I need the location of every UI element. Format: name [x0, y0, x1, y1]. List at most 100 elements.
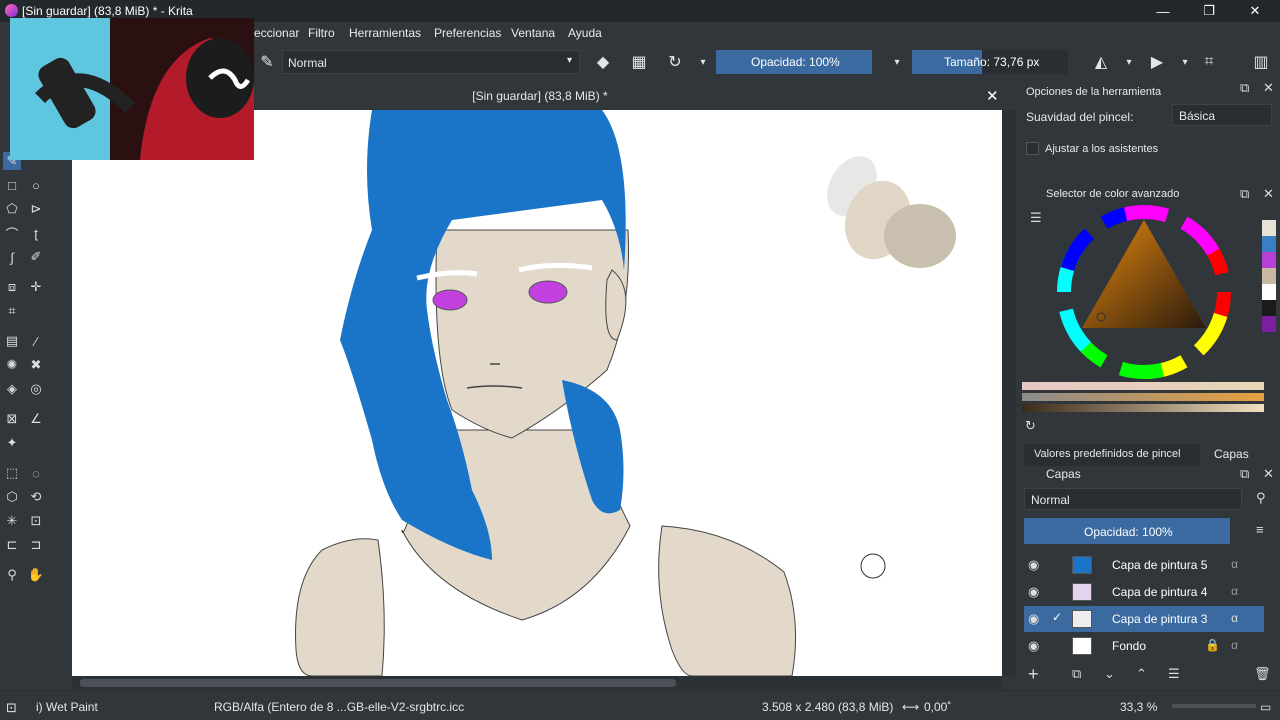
docker-layout-icon[interactable]: ▥: [1250, 51, 1272, 73]
smoothing-select[interactable]: Básica: [1172, 104, 1272, 126]
colorize-mask-icon[interactable]: ✖: [27, 356, 45, 374]
eraser-icon[interactable]: ◆: [592, 51, 614, 73]
move-up-icon[interactable]: ⌃: [1136, 666, 1147, 682]
color-slider[interactable]: [1022, 404, 1264, 412]
fit-icon[interactable]: ▭: [1260, 700, 1271, 714]
blend-mode-select[interactable]: Normal ▾: [282, 50, 580, 74]
reload-preset-icon[interactable]: ↻: [664, 51, 686, 73]
color-wheel[interactable]: [1054, 202, 1234, 382]
mirror-vertical-icon[interactable]: ▶: [1146, 51, 1168, 73]
eye-icon[interactable]: ◉: [1028, 557, 1039, 573]
close-docker-icon[interactable]: ✕: [1263, 466, 1274, 482]
scrollbar-thumb[interactable]: [80, 679, 676, 687]
eye-icon[interactable]: ◉: [1028, 611, 1039, 627]
enclose-fill-icon[interactable]: ◎: [27, 380, 45, 398]
magic-wand-icon[interactable]: ✳: [3, 512, 21, 530]
lock-icon[interactable]: 🔒: [1205, 638, 1220, 652]
float-docker-icon[interactable]: ⧉: [1240, 186, 1249, 202]
alpha-lock-icon[interactable]: α: [1231, 638, 1238, 652]
color-swatch[interactable]: [1262, 236, 1276, 252]
wrap-around-icon[interactable]: ⌗: [1198, 51, 1220, 73]
color-settings-icon[interactable]: ☰: [1030, 210, 1042, 226]
alpha-lock-icon[interactable]: α: [1231, 557, 1238, 571]
horizontal-scrollbar[interactable]: [72, 676, 1002, 690]
filter-icon[interactable]: ⚲: [1256, 490, 1266, 506]
color-slider[interactable]: [1022, 393, 1264, 401]
close-docker-icon[interactable]: ✕: [1263, 186, 1274, 202]
color-slider[interactable]: [1022, 382, 1264, 390]
pan-icon[interactable]: ✋: [27, 566, 45, 584]
layer-row[interactable]: ◉ Capa de pintura 5 α: [1024, 552, 1264, 578]
chevron-down-icon[interactable]: ▾: [1174, 51, 1196, 73]
chevron-down-icon[interactable]: ▾: [1118, 51, 1140, 73]
similar-select-icon[interactable]: ⊡: [27, 512, 45, 530]
bezier-icon[interactable]: ⌒: [3, 224, 21, 242]
menu-select[interactable]: eccionar: [254, 26, 299, 40]
assistant-icon[interactable]: ⊠: [3, 410, 21, 428]
brush-icon[interactable]: ⊡: [6, 700, 17, 716]
color-swatch[interactable]: [1262, 220, 1276, 236]
opacity-slider[interactable]: Opacidad: 100%: [716, 50, 872, 74]
close-document-button[interactable]: ✕: [986, 87, 999, 105]
alpha-lock-icon[interactable]: α: [1231, 611, 1238, 625]
tab-brush-presets[interactable]: Valores predefinidos de pincel: [1024, 444, 1200, 466]
polygon-select-icon[interactable]: ⬡: [3, 488, 21, 506]
refresh-icon[interactable]: ↻: [1025, 418, 1036, 434]
float-docker-icon[interactable]: ⧉: [1240, 466, 1249, 482]
transform-icon[interactable]: ⧈: [3, 278, 21, 296]
layer-row[interactable]: ◉ Capa de pintura 4 α: [1024, 579, 1264, 605]
layer-opacity-slider[interactable]: Opacidad: 100%: [1024, 518, 1230, 544]
color-swatch[interactable]: [1262, 300, 1276, 316]
color-swatch[interactable]: [1262, 252, 1276, 268]
smart-patch-icon[interactable]: ✺: [3, 356, 21, 374]
eye-icon[interactable]: ◉: [1028, 638, 1039, 654]
mirror-horizontal-icon[interactable]: ◭: [1090, 51, 1112, 73]
minimize-button[interactable]: —: [1140, 0, 1186, 22]
move-icon[interactable]: ✛: [27, 278, 45, 296]
polygon-icon[interactable]: ⬠: [3, 200, 21, 218]
rect-select-icon[interactable]: ⬚: [3, 464, 21, 482]
close-docker-icon[interactable]: ✕: [1263, 80, 1274, 96]
layer-row[interactable]: ◉ Fondo 🔒 α: [1024, 633, 1264, 659]
alpha-lock-icon[interactable]: ▦: [628, 51, 650, 73]
rectangle-icon[interactable]: □: [3, 176, 21, 194]
float-docker-icon[interactable]: ⧉: [1240, 80, 1249, 96]
eye-icon[interactable]: ◉: [1028, 584, 1039, 600]
delete-layer-icon[interactable]: 🗑: [1254, 666, 1271, 682]
tab-layers[interactable]: Capas: [1204, 444, 1254, 466]
vertical-scrollbar[interactable]: [1002, 110, 1016, 676]
layer-properties-icon[interactable]: ☰: [1168, 666, 1180, 682]
fill-icon[interactable]: ◈: [3, 380, 21, 398]
snap-checkbox[interactable]: [1026, 142, 1039, 155]
gradient-icon[interactable]: ▤: [3, 332, 21, 350]
magnetic-select-icon[interactable]: ⊐: [27, 536, 45, 554]
bezier-select-icon[interactable]: ⊏: [3, 536, 21, 554]
layer-blend-select[interactable]: Normal: [1024, 488, 1242, 510]
close-window-button[interactable]: ✕: [1232, 0, 1278, 22]
measure-icon[interactable]: ∠: [27, 410, 45, 428]
layer-menu-icon[interactable]: ≡: [1256, 522, 1264, 537]
multibrush-icon[interactable]: ✐: [27, 248, 45, 266]
menu-settings[interactable]: Preferencias: [434, 26, 501, 40]
menu-tools[interactable]: Herramientas: [349, 26, 421, 40]
zoom-slider[interactable]: [1172, 704, 1256, 708]
crop-icon[interactable]: ⌗: [3, 302, 21, 320]
menu-help[interactable]: Ayuda: [568, 26, 602, 40]
ellipse-select-icon[interactable]: ◌: [27, 464, 45, 482]
freehand-select-icon[interactable]: ⟲: [27, 488, 45, 506]
move-down-icon[interactable]: ⌄: [1104, 666, 1115, 682]
menu-filter[interactable]: Filtro: [308, 26, 335, 40]
chevron-down-icon[interactable]: ▾: [886, 51, 908, 73]
color-swatch[interactable]: [1262, 268, 1276, 284]
add-layer-icon[interactable]: +: [1028, 664, 1039, 685]
color-swatch[interactable]: [1262, 284, 1276, 300]
polyline-icon[interactable]: ⊳: [27, 200, 45, 218]
dynamic-brush-icon[interactable]: ∫: [3, 248, 21, 266]
layer-row-active[interactable]: ◉ ✓ Capa de pintura 3 α: [1024, 606, 1264, 632]
color-swatch[interactable]: [1262, 316, 1276, 332]
alpha-lock-icon[interactable]: α: [1231, 584, 1238, 598]
ellipse-icon[interactable]: ○: [27, 176, 45, 194]
reference-icon[interactable]: ✦: [3, 434, 21, 452]
maximize-button[interactable]: ❐: [1186, 0, 1232, 22]
zoom-icon[interactable]: ⚲: [3, 566, 21, 584]
